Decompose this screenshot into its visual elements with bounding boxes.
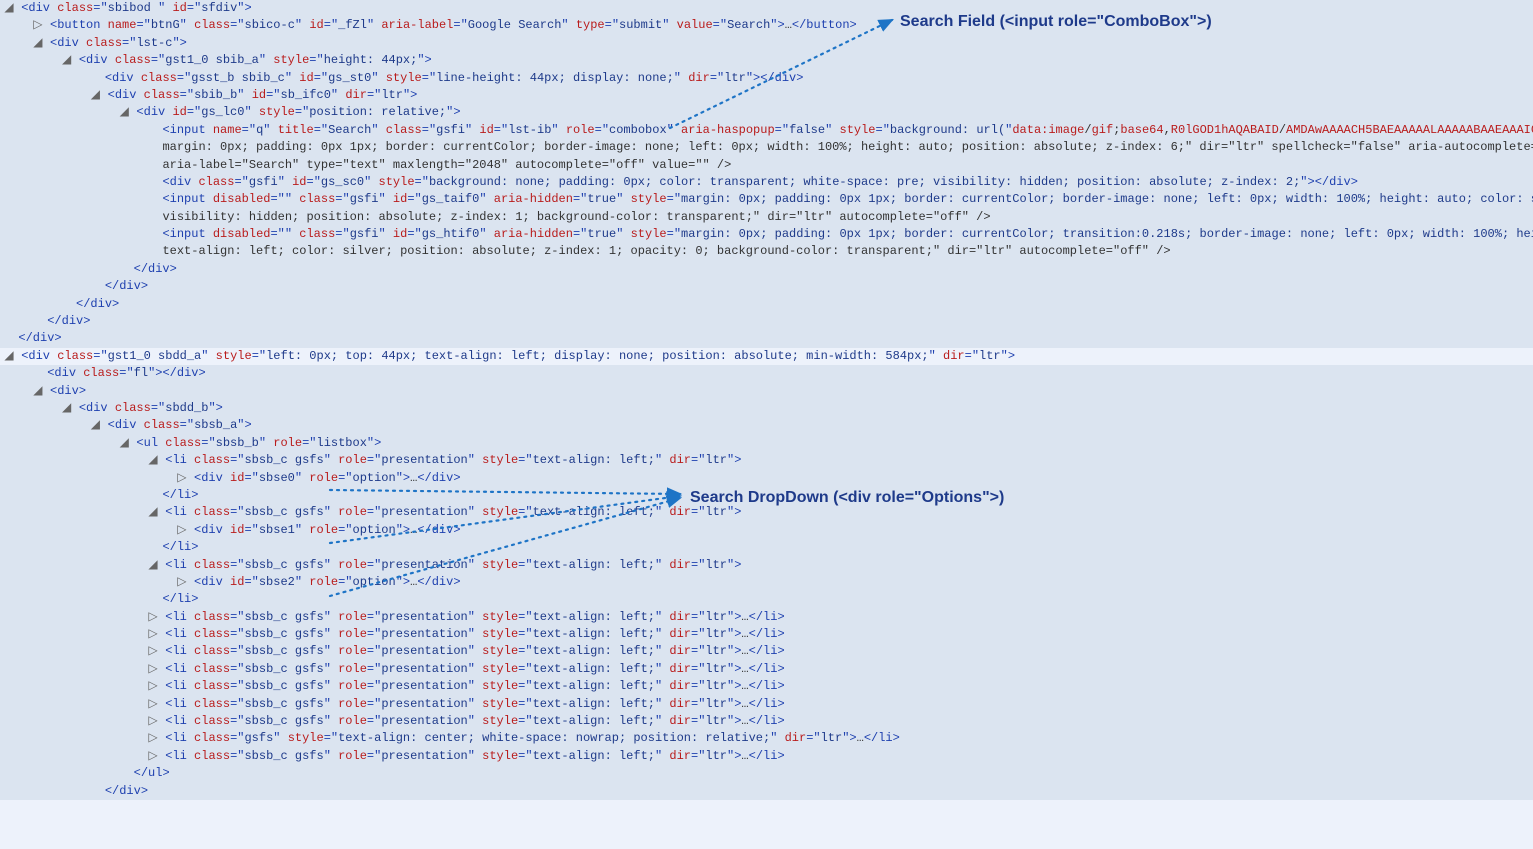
- dom-node-dropdown: <div class="fl"></div> ◢ <div> ◢ <div cl…: [0, 365, 1533, 800]
- expanded-icon[interactable]: ◢: [148, 504, 158, 521]
- dom-line[interactable]: ◢ <div class="gst1_0 sbdd_a" style="left…: [0, 348, 1533, 365]
- dom-line[interactable]: ◢ <li class="sbsb_c gsfs" role="presenta…: [0, 452, 1533, 469]
- dom-line[interactable]: ◢ <div class="sbdd_b">: [0, 400, 1533, 417]
- collapsed-icon[interactable]: ▷: [148, 609, 158, 626]
- collapsed-icon[interactable]: ▷: [148, 626, 158, 643]
- dom-line[interactable]: ▷ <li class="gsfs" style="text-align: ce…: [0, 730, 1533, 747]
- dom-line[interactable]: </div>: [0, 296, 1533, 313]
- expanded-icon[interactable]: ◢: [62, 52, 72, 69]
- dom-line[interactable]: ▷ <li class="sbsb_c gsfs" role="presenta…: [0, 713, 1533, 730]
- dom-line[interactable]: ◢ <div class="gst1_0 sbib_a" style="heig…: [0, 52, 1533, 69]
- expanded-icon[interactable]: ◢: [90, 87, 100, 104]
- dom-line-option1[interactable]: ▷ <div id="sbse1" role="option">…</div>: [0, 522, 1533, 539]
- dom-line[interactable]: <div class="gsst_b sbib_c" id="gs_st0" s…: [0, 70, 1533, 87]
- dom-node-sfdiv: ◢ <div class="sbibod " id="sfdiv"> ▷ <bu…: [0, 0, 1533, 348]
- dom-line-option2[interactable]: ▷ <div id="sbse2" role="option">…</div>: [0, 574, 1533, 591]
- dom-line[interactable]: ▷ <li class="sbsb_c gsfs" role="presenta…: [0, 678, 1533, 695]
- expanded-icon[interactable]: ◢: [62, 400, 72, 417]
- dom-line[interactable]: ▷ <li class="sbsb_c gsfs" role="presenta…: [0, 609, 1533, 626]
- collapsed-icon[interactable]: ▷: [177, 574, 187, 591]
- dom-line[interactable]: ◢ <div id="gs_lc0" style="position: rela…: [0, 104, 1533, 121]
- dom-line[interactable]: </li>: [0, 591, 1533, 608]
- expanded-icon[interactable]: ◢: [148, 557, 158, 574]
- dom-line[interactable]: </div>: [0, 783, 1533, 800]
- collapsed-icon[interactable]: ▷: [148, 678, 158, 695]
- expanded-icon[interactable]: ◢: [33, 383, 43, 400]
- dom-line[interactable]: <div class="fl"></div>: [0, 365, 1533, 382]
- dom-line[interactable]: </ul>: [0, 765, 1533, 782]
- dom-line-option0[interactable]: ▷ <div id="sbse0" role="option">…</div>: [0, 470, 1533, 487]
- expanded-icon[interactable]: ◢: [4, 348, 14, 365]
- expanded-icon[interactable]: ◢: [33, 35, 43, 52]
- expanded-icon[interactable]: ◢: [90, 417, 100, 434]
- dom-line[interactable]: </div>: [0, 330, 1533, 347]
- dom-line[interactable]: ◢ <ul class="sbsb_b" role="listbox">: [0, 435, 1533, 452]
- dom-tree-viewer: ◢ <div class="sbibod " id="sfdiv"> ▷ <bu…: [0, 0, 1533, 800]
- dom-line[interactable]: ▷ <li class="sbsb_c gsfs" role="presenta…: [0, 696, 1533, 713]
- dom-line[interactable]: ▷ <li class="sbsb_c gsfs" role="presenta…: [0, 643, 1533, 660]
- dom-line[interactable]: <input disabled="" class="gsfi" id="gs_t…: [0, 191, 1533, 208]
- collapsed-icon[interactable]: ▷: [177, 470, 187, 487]
- dom-line-combobox[interactable]: <input name="q" title="Search" class="gs…: [0, 122, 1533, 139]
- dom-line[interactable]: text-align: left; color: silver; positio…: [0, 243, 1533, 260]
- collapsed-icon[interactable]: ▷: [148, 661, 158, 678]
- expanded-icon[interactable]: ◢: [119, 435, 129, 452]
- dom-line[interactable]: ▷ <li class="sbsb_c gsfs" role="presenta…: [0, 748, 1533, 765]
- dom-line[interactable]: ◢ <div class="sbsb_a">: [0, 417, 1533, 434]
- collapsed-icon[interactable]: ▷: [148, 696, 158, 713]
- expanded-icon[interactable]: ◢: [4, 0, 14, 17]
- dom-line[interactable]: </div>: [0, 278, 1533, 295]
- dom-line[interactable]: </div>: [0, 261, 1533, 278]
- expanded-icon[interactable]: ◢: [148, 452, 158, 469]
- dom-line[interactable]: ◢ <div class="lst-c">: [0, 35, 1533, 52]
- collapsed-icon[interactable]: ▷: [148, 748, 158, 765]
- annotation-search-field: Search Field (<input role="ComboBox">): [900, 10, 1212, 33]
- dom-line[interactable]: </li>: [0, 539, 1533, 556]
- collapsed-icon[interactable]: ▷: [148, 730, 158, 747]
- dom-line[interactable]: ◢ <li class="sbsb_c gsfs" role="presenta…: [0, 557, 1533, 574]
- annotation-search-dropdown: Search DropDown (<div role="Options">): [690, 486, 1004, 509]
- dom-line[interactable]: ◢ <div class="sbib_b" id="sb_ifc0" dir="…: [0, 87, 1533, 104]
- dom-line[interactable]: ▷ <button name="btnG" class="sbico-c" id…: [0, 17, 1533, 34]
- dom-line[interactable]: </div>: [0, 313, 1533, 330]
- dom-line[interactable]: ◢ <div>: [0, 383, 1533, 400]
- dom-line[interactable]: ◢ <div class="sbibod " id="sfdiv">: [0, 0, 1533, 17]
- collapsed-icon[interactable]: ▷: [148, 643, 158, 660]
- dom-line[interactable]: <div class="gsfi" id="gs_sc0" style="bac…: [0, 174, 1533, 191]
- dom-line-combobox[interactable]: margin: 0px; padding: 0px 1px; border: c…: [0, 139, 1533, 156]
- dom-line[interactable]: ▷ <li class="sbsb_c gsfs" role="presenta…: [0, 661, 1533, 678]
- collapsed-icon[interactable]: ▷: [33, 17, 43, 34]
- dom-line-combobox[interactable]: aria-label="Search" type="text" maxlengt…: [0, 157, 1533, 174]
- collapsed-icon[interactable]: ▷: [148, 713, 158, 730]
- collapsed-icon[interactable]: ▷: [177, 522, 187, 539]
- dom-line[interactable]: ▷ <li class="sbsb_c gsfs" role="presenta…: [0, 626, 1533, 643]
- dom-line[interactable]: <input disabled="" class="gsfi" id="gs_h…: [0, 226, 1533, 243]
- expanded-icon[interactable]: ◢: [119, 104, 129, 121]
- dom-line[interactable]: visibility: hidden; position: absolute; …: [0, 209, 1533, 226]
